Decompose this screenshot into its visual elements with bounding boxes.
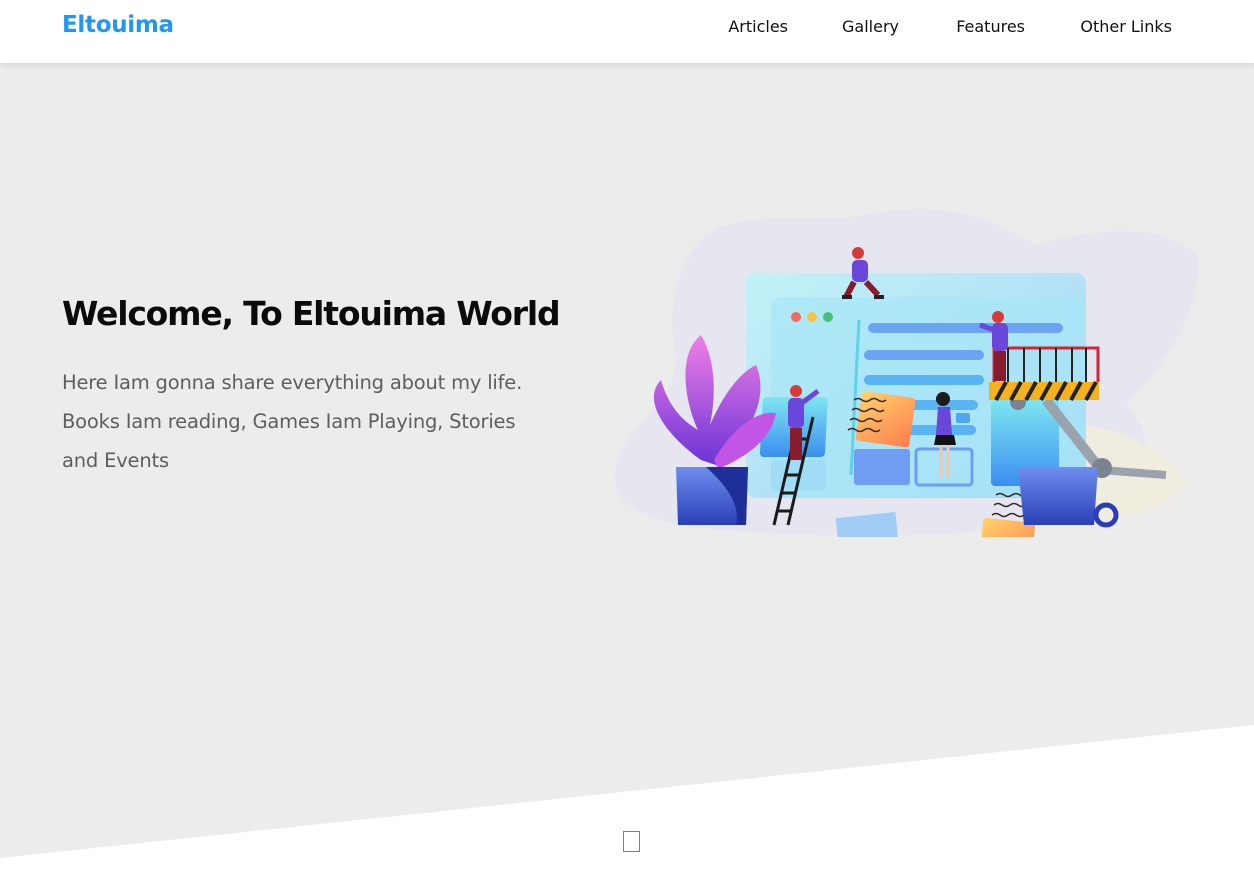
site-logo[interactable]: Eltouima bbox=[62, 12, 174, 38]
nav-link-articles[interactable]: Articles bbox=[728, 17, 788, 36]
nav-link-features[interactable]: Features bbox=[956, 17, 1025, 36]
landing-intro: Welcome, To Eltouima World Here Iam gonn… bbox=[62, 294, 561, 480]
website-builders-illustration bbox=[614, 209, 1198, 537]
site-header: Eltouima Articles Gallery Features Other… bbox=[0, 0, 1254, 63]
landing-description: Here Iam gonna share everything about my… bbox=[62, 371, 523, 472]
landing-title: Welcome, To Eltouima World bbox=[62, 294, 561, 333]
nav-link-gallery[interactable]: Gallery bbox=[842, 17, 899, 36]
landing-section: Welcome, To Eltouima World Here Iam gonn… bbox=[0, 63, 1254, 876]
nav-link-other-links[interactable]: Other Links bbox=[1080, 17, 1172, 36]
go-down-button[interactable] bbox=[623, 831, 640, 852]
